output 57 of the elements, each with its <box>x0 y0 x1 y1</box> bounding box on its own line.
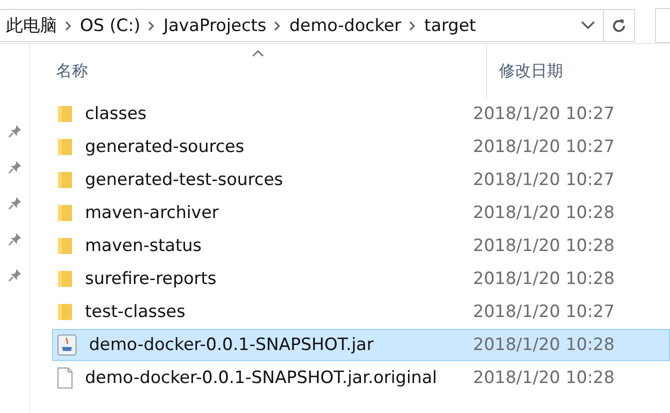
modified-date: 2018/1/20 10:28 <box>473 236 615 256</box>
folder-icon <box>57 138 73 156</box>
modified-date: 2018/1/20 10:28 <box>473 335 615 355</box>
modified-date: 2018/1/20 10:27 <box>473 170 615 190</box>
pin-icon[interactable] <box>8 268 22 282</box>
modified-date: 2018/1/20 10:28 <box>473 368 615 388</box>
breadcrumb[interactable]: JavaProjects <box>163 16 266 36</box>
chevron-icon <box>274 20 282 30</box>
file-row[interactable]: maven-archiver 2018/1/20 10:28 <box>52 197 670 229</box>
file-row[interactable]: generated-sources 2018/1/20 10:27 <box>52 131 670 163</box>
file-row[interactable]: maven-status 2018/1/20 10:28 <box>52 230 670 262</box>
java-file-icon <box>57 334 77 356</box>
refresh-icon <box>610 16 628 34</box>
dropdown-icon[interactable] <box>581 21 595 30</box>
search-field[interactable] <box>655 8 670 43</box>
folder-icon <box>57 105 73 123</box>
file-row[interactable]: surefire-reports 2018/1/20 10:28 <box>52 263 670 295</box>
modified-date: 2018/1/20 10:28 <box>473 203 615 223</box>
file-row[interactable]: test-classes 2018/1/20 10:27 <box>52 296 670 328</box>
folder-icon <box>57 270 73 288</box>
file-row[interactable]: demo-docker-0.0.1-SNAPSHOT.jar.original 2018/1/20 10:28 <box>52 362 670 394</box>
column-header[interactable]: 修改日期 <box>487 44 563 98</box>
chevron-icon <box>65 20 72 30</box>
breadcrumb[interactable]: demo-docker <box>289 16 402 36</box>
pin-icon[interactable] <box>8 124 22 138</box>
modified-date: 2018/1/20 10:27 <box>473 104 615 124</box>
column-header[interactable]: 名称 <box>30 44 487 98</box>
file-row[interactable]: demo-docker-0.0.1-SNAPSHOT.jar 2018/1/20 10:28 <box>52 329 670 361</box>
pin-icon[interactable] <box>8 196 22 210</box>
file-name: maven-status <box>85 236 202 256</box>
chevron-icon <box>409 20 416 30</box>
file-name: maven-archiver <box>85 203 219 223</box>
file-name: test-classes <box>85 302 186 322</box>
modified-date: 2018/1/20 10:27 <box>473 302 615 322</box>
folder-icon <box>57 303 73 321</box>
breadcrumb[interactable]: OS (C:) <box>80 16 140 36</box>
pin-icon[interactable] <box>8 160 22 174</box>
file-row[interactable]: generated-test-sources 2018/1/20 10:27 <box>52 164 670 196</box>
folder-icon <box>57 171 73 189</box>
file-icon <box>57 367 73 389</box>
folder-icon <box>57 237 73 255</box>
address-bar[interactable]: 此电脑 OS (C:) JavaProjects demo-docker target <box>0 9 604 42</box>
pin-icon[interactable] <box>8 232 22 246</box>
folder-icon <box>57 204 73 222</box>
breadcrumb[interactable]: 此电脑 <box>6 14 57 37</box>
refresh-button[interactable] <box>604 9 635 42</box>
chevron-icon <box>148 20 156 30</box>
modified-date: 2018/1/20 10:27 <box>473 137 615 157</box>
breadcrumb[interactable]: target <box>424 16 476 36</box>
file-name: generated-test-sources <box>85 170 284 190</box>
file-name: demo-docker-0.0.1-SNAPSHOT.jar <box>89 335 374 355</box>
file-name: classes <box>85 104 147 124</box>
file-name: demo-docker-0.0.1-SNAPSHOT.jar.original <box>85 368 437 388</box>
file-name: surefire-reports <box>85 269 216 289</box>
modified-date: 2018/1/20 10:28 <box>473 269 615 289</box>
file-name: generated-sources <box>85 137 244 157</box>
file-row[interactable]: classes 2018/1/20 10:27 <box>52 98 670 130</box>
